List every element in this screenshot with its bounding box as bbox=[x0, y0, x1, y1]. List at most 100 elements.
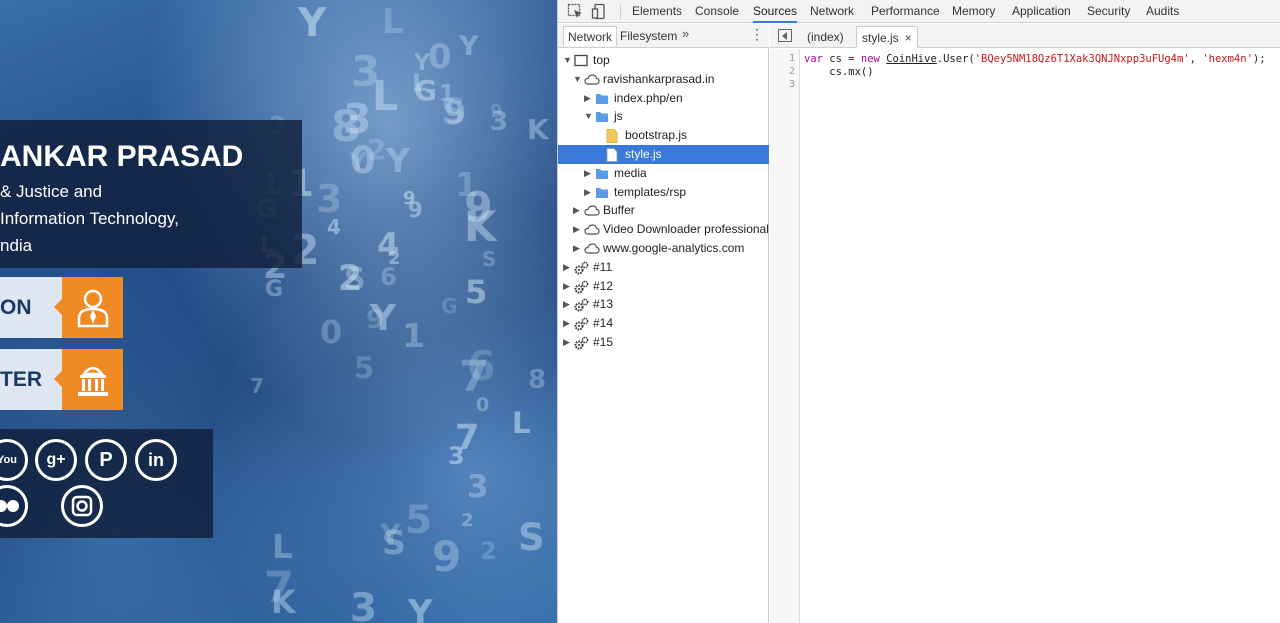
instagram-icon[interactable] bbox=[61, 485, 103, 527]
expand-arrow-right-icon[interactable]: ▶ bbox=[584, 183, 594, 202]
code-line-1: var cs = new CoinHive.User('BQey5NM18Qz6… bbox=[804, 53, 1266, 65]
site-title-box: ANKAR PRASAD & Justice and Information T… bbox=[0, 120, 302, 268]
tree-item-label: Video Downloader professional bbox=[603, 222, 769, 237]
site-subtitle-line-1: & Justice and bbox=[0, 182, 103, 201]
tree-item-label: media bbox=[614, 165, 647, 180]
folder-icon bbox=[595, 92, 609, 105]
tree-item[interactable]: style.js bbox=[558, 145, 769, 164]
close-tab-icon[interactable]: × bbox=[905, 31, 912, 45]
expand-arrow-right-icon[interactable]: ▶ bbox=[573, 220, 583, 239]
navigator-menu-icon[interactable]: ⋮ bbox=[750, 26, 764, 43]
background-glyph: 9 bbox=[432, 532, 462, 581]
navigator-tab-filesystem[interactable]: Filesystem bbox=[616, 26, 681, 46]
code-text: .User( bbox=[936, 53, 975, 65]
gear-icon bbox=[574, 298, 589, 312]
tab-application[interactable]: Application bbox=[1012, 0, 1071, 23]
more-tabs-icon[interactable]: » bbox=[682, 26, 689, 41]
gear-icon bbox=[574, 280, 589, 294]
tree-item[interactable]: ▶ Video Downloader professional bbox=[558, 220, 769, 239]
expand-arrow-right-icon[interactable]: ▶ bbox=[584, 89, 594, 108]
line-number: 2 bbox=[788, 66, 795, 77]
background-glyph: 4 bbox=[327, 215, 341, 239]
toggle-navigator-icon[interactable] bbox=[778, 29, 792, 42]
tab-performance[interactable]: Performance bbox=[871, 0, 940, 23]
tab-console[interactable]: Console bbox=[695, 0, 739, 23]
tree-item-label: #11 bbox=[593, 259, 613, 274]
sources-navigator: Network Filesystem » ⋮ ▼ top ▼ ravishankarp… bbox=[558, 24, 769, 623]
tree-item[interactable]: ▶ www.google-analytics.com bbox=[558, 239, 769, 258]
toolbar-separator bbox=[620, 4, 621, 19]
tree-item[interactable]: ▶ #13 bbox=[558, 295, 769, 314]
expand-arrow-right-icon[interactable]: ▶ bbox=[563, 277, 573, 296]
background-glyph: Y bbox=[380, 518, 401, 552]
tab-network[interactable]: Network bbox=[810, 0, 854, 23]
expand-arrow-right-icon[interactable]: ▶ bbox=[573, 201, 583, 220]
tree-item[interactable]: ▶ #15 bbox=[558, 333, 769, 352]
background-glyph: 4 bbox=[377, 226, 400, 264]
background-glyph: 1 bbox=[455, 165, 478, 204]
pinterest-icon[interactable]: P bbox=[85, 439, 127, 481]
background-glyph: Y bbox=[408, 593, 433, 623]
tab-audits[interactable]: Audits bbox=[1146, 0, 1179, 23]
tree-item[interactable]: ▶ #12 bbox=[558, 277, 769, 296]
navigator-tabs: Network Filesystem » ⋮ bbox=[558, 24, 769, 48]
promo-link-2[interactable]: TER bbox=[0, 349, 123, 410]
flickr-icon[interactable] bbox=[0, 485, 28, 527]
google-plus-icon[interactable]: g+ bbox=[35, 439, 77, 481]
tab-memory[interactable]: Memory bbox=[952, 0, 995, 23]
background-glyph: 6 bbox=[467, 342, 496, 390]
tree-item[interactable]: ▼ js bbox=[558, 107, 769, 126]
tree-item-label: ravishankarprasad.in bbox=[603, 71, 715, 86]
expand-arrow-down-icon[interactable]: ▼ bbox=[563, 51, 573, 70]
tree-item[interactable]: ▼ ravishankarprasad.in bbox=[558, 70, 769, 89]
tab-sources[interactable]: Sources bbox=[753, 0, 798, 23]
tree-item[interactable]: ▶ media bbox=[558, 164, 769, 183]
expand-arrow-right-icon[interactable]: ▶ bbox=[563, 258, 573, 277]
cloud-icon bbox=[584, 223, 600, 236]
website-viewport: LL097K893Y12S61SG35S2795L372K424LLYYK3YS… bbox=[0, 0, 557, 623]
tree-item[interactable]: ▶ #14 bbox=[558, 314, 769, 333]
tree-item[interactable]: ▶ templates/rsp bbox=[558, 183, 769, 202]
tab-security[interactable]: Security bbox=[1087, 0, 1130, 23]
tab-elements[interactable]: Elements bbox=[632, 0, 682, 23]
promo-label-2: TER bbox=[0, 349, 62, 410]
inspect-element-icon[interactable] bbox=[567, 3, 584, 20]
editor-tab-index[interactable]: (index) bbox=[802, 26, 849, 48]
code-keyword: var bbox=[804, 53, 823, 65]
expand-arrow-right-icon[interactable]: ▶ bbox=[584, 164, 594, 183]
expand-arrow-right-icon[interactable]: ▶ bbox=[573, 239, 583, 258]
background-glyph: Y bbox=[349, 148, 367, 176]
navigator-tab-network[interactable]: Network bbox=[563, 26, 618, 46]
tree-item[interactable]: ▶ index.php/en bbox=[558, 89, 769, 108]
background-glyph: K bbox=[271, 583, 296, 621]
expand-arrow-down-icon[interactable]: ▼ bbox=[584, 107, 594, 126]
promo-link-1[interactable]: ON bbox=[0, 277, 123, 338]
background-glyph: G bbox=[441, 294, 458, 318]
device-toolbar-icon[interactable] bbox=[591, 3, 608, 20]
editor-tab-style-js[interactable]: style.js × bbox=[856, 26, 918, 48]
background-glyph: Y bbox=[459, 31, 479, 62]
background-glyph: 9 bbox=[366, 305, 385, 335]
linkedin-icon[interactable]: in bbox=[135, 439, 177, 481]
line-number-gutter: 1 2 3 bbox=[770, 49, 800, 623]
tree-item[interactable]: ▼ top bbox=[558, 51, 769, 70]
tree-item-label: templates/rsp bbox=[614, 184, 687, 199]
code-keyword: new bbox=[860, 53, 880, 65]
youtube-icon[interactable]: You bbox=[0, 439, 28, 481]
background-glyph: 3 bbox=[350, 586, 378, 623]
site-title: ANKAR PRASAD bbox=[0, 140, 244, 173]
background-glyph: 3 bbox=[343, 95, 372, 143]
file-icon bbox=[606, 129, 620, 144]
tree-item[interactable]: ▶ #11 bbox=[558, 258, 769, 277]
expand-arrow-right-icon[interactable]: ▶ bbox=[563, 295, 573, 314]
tree-item[interactable]: bootstrap.js bbox=[558, 126, 769, 145]
background-glyph: L bbox=[372, 72, 399, 120]
background-glyph: 2 bbox=[461, 510, 474, 531]
expand-arrow-right-icon[interactable]: ▶ bbox=[563, 333, 573, 352]
expand-arrow-down-icon[interactable]: ▼ bbox=[573, 70, 583, 89]
tree-item-label: Buffer bbox=[603, 203, 635, 218]
cloud-icon bbox=[584, 73, 600, 86]
tree-item[interactable]: ▶ Buffer bbox=[558, 201, 769, 220]
frame-icon bbox=[574, 54, 588, 67]
expand-arrow-right-icon[interactable]: ▶ bbox=[563, 314, 573, 333]
